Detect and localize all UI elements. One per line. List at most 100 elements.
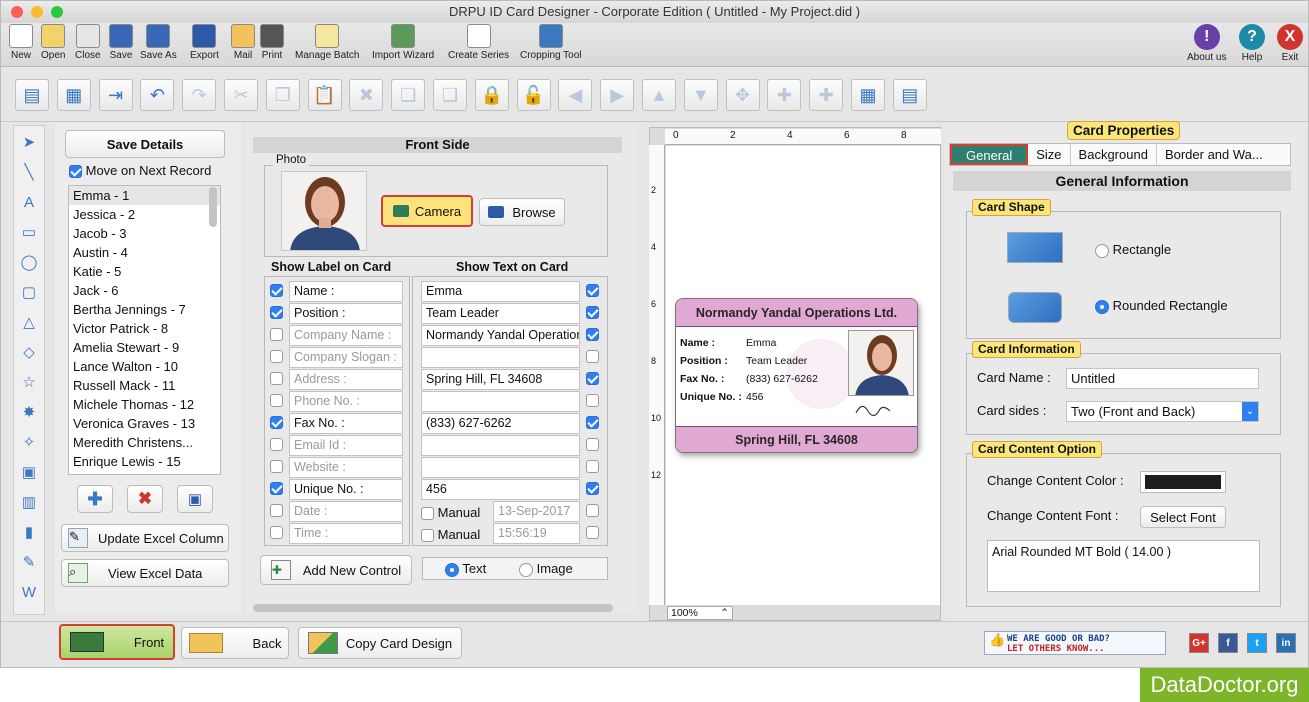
date-value[interactable]: 13-Sep-2017 bbox=[493, 501, 580, 522]
library-tool[interactable]: ▥ bbox=[16, 490, 42, 516]
manual-time-checkbox[interactable] bbox=[421, 529, 434, 543]
record-item[interactable]: Michele Thomas - 12 bbox=[69, 395, 220, 414]
rectangle-radio[interactable] bbox=[1095, 243, 1109, 258]
watermark-tool[interactable]: W bbox=[16, 580, 42, 606]
close-tool[interactable]: Close bbox=[75, 24, 101, 61]
text-radio[interactable] bbox=[445, 562, 459, 577]
align-button[interactable]: ✚ bbox=[809, 79, 844, 111]
record-item[interactable]: Emma - 1 bbox=[69, 186, 220, 205]
id-card-preview[interactable]: Normandy Yandal Operations Ltd. Name : Em… bbox=[675, 298, 918, 453]
tab-border[interactable]: Border and Wa... bbox=[1157, 144, 1271, 165]
bring-front-button[interactable]: ❏ bbox=[391, 79, 426, 111]
manage-batch-tool[interactable]: Manage Batch bbox=[295, 24, 360, 61]
burst-tool[interactable]: ✸ bbox=[16, 400, 42, 426]
save-tool[interactable]: Save bbox=[109, 24, 133, 61]
copy-card-design-button[interactable]: Copy Card Design bbox=[298, 627, 462, 659]
picture-tool[interactable]: ▣ bbox=[16, 460, 42, 486]
photo-thumbnail[interactable] bbox=[281, 171, 367, 251]
save-as-tool[interactable]: Save As bbox=[140, 24, 177, 61]
show-label-checkbox[interactable] bbox=[270, 350, 283, 363]
save-details-button[interactable]: Save Details bbox=[65, 130, 225, 158]
show-label-checkbox[interactable] bbox=[270, 284, 283, 297]
record-item[interactable]: Allen Cook - 16 bbox=[69, 471, 220, 474]
show-text-checkbox[interactable] bbox=[586, 306, 599, 319]
record-item[interactable]: Katie - 5 bbox=[69, 262, 220, 281]
rounded-radio[interactable] bbox=[1095, 299, 1109, 314]
record-item[interactable]: Russell Mack - 11 bbox=[69, 376, 220, 395]
text-field[interactable]: Team Leader bbox=[421, 303, 580, 324]
social-linkedin-icon[interactable]: in bbox=[1276, 633, 1296, 653]
show-label-checkbox[interactable] bbox=[270, 460, 283, 473]
create-series-tool[interactable]: Create Series bbox=[448, 24, 509, 61]
manual-date-option[interactable]: Manual bbox=[421, 505, 480, 521]
rectangle-shape-preview[interactable] bbox=[1007, 232, 1063, 263]
text-tool[interactable]: A bbox=[16, 190, 42, 216]
view-excel-button[interactable]: ⌕ View Excel Data bbox=[61, 559, 229, 587]
show-label-checkbox[interactable] bbox=[270, 416, 283, 429]
camera-button[interactable]: Camera bbox=[381, 195, 473, 227]
center-button[interactable]: ✥ bbox=[725, 79, 760, 111]
social-facebook-icon[interactable]: f bbox=[1218, 633, 1238, 653]
show-text-checkbox[interactable] bbox=[586, 438, 599, 451]
front-button[interactable]: Front bbox=[59, 624, 175, 660]
record-item[interactable]: Austin - 4 bbox=[69, 243, 220, 262]
card-sides-select[interactable]: Two (Front and Back) ⌄ bbox=[1066, 401, 1259, 422]
delete-button[interactable]: ✖ bbox=[349, 79, 384, 111]
ruler-button[interactable]: ▤ bbox=[892, 79, 927, 111]
label-field[interactable]: Fax No. : bbox=[289, 413, 403, 434]
select-font-button[interactable]: Select Font bbox=[1140, 506, 1226, 528]
tab-size[interactable]: Size bbox=[1028, 144, 1071, 165]
text-field[interactable]: (833) 627-6262 bbox=[421, 413, 580, 434]
record-item[interactable]: Enrique Lewis - 15 bbox=[69, 452, 220, 471]
label-field[interactable]: Email Id : bbox=[289, 435, 403, 456]
minimize-window-icon[interactable] bbox=[31, 6, 43, 18]
signature-tool[interactable]: ✎ bbox=[16, 550, 42, 576]
record-list-scrollbar[interactable] bbox=[209, 187, 217, 227]
record-item[interactable]: Bertha Jennings - 7 bbox=[69, 300, 220, 319]
grid-button[interactable]: ▦ bbox=[851, 79, 885, 111]
print-tool[interactable]: Print bbox=[260, 24, 284, 61]
rounded-option[interactable]: Rounded Rectangle bbox=[1095, 298, 1228, 314]
move-right-button[interactable]: ▶ bbox=[600, 79, 635, 111]
cross-star-tool[interactable]: ✧ bbox=[16, 430, 42, 456]
social-google-icon[interactable]: G+ bbox=[1189, 633, 1209, 653]
send-back-button[interactable]: ❑ bbox=[433, 79, 467, 111]
text-field[interactable] bbox=[421, 391, 580, 412]
undo-button[interactable]: ↶ bbox=[140, 79, 175, 111]
text-field[interactable]: Spring Hill, FL 34608 bbox=[421, 369, 580, 390]
show-label-checkbox[interactable] bbox=[270, 328, 283, 341]
text-radio-option[interactable]: Text bbox=[445, 561, 486, 577]
maximize-window-icon[interactable] bbox=[51, 6, 63, 18]
delete-record-button[interactable]: ✖ bbox=[127, 485, 163, 513]
image-radio[interactable] bbox=[519, 562, 533, 577]
move-down-button[interactable]: ▼ bbox=[683, 79, 718, 111]
text-field[interactable] bbox=[421, 435, 580, 456]
browse-button[interactable]: Browse bbox=[479, 198, 565, 226]
show-label-checkbox[interactable] bbox=[270, 372, 283, 385]
show-label-checkbox[interactable] bbox=[270, 482, 283, 495]
about-button[interactable]: ! About us bbox=[1187, 24, 1226, 63]
manual-date-checkbox[interactable] bbox=[421, 507, 434, 521]
move-up-button[interactable]: ▲ bbox=[642, 79, 676, 111]
record-list[interactable]: Emma - 1 Jessica - 2 Jacob - 3 Austin - 4 Ka… bbox=[68, 185, 221, 475]
label-field[interactable]: Date : bbox=[289, 501, 403, 522]
text-field[interactable]: 456 bbox=[421, 479, 580, 500]
show-label-checkbox[interactable] bbox=[270, 504, 283, 517]
export-tool[interactable]: Export bbox=[190, 24, 219, 61]
mail-tool[interactable]: Mail bbox=[231, 24, 255, 61]
copy-button[interactable]: ❐ bbox=[265, 79, 300, 111]
text-tool-button[interactable]: ▤ bbox=[15, 79, 49, 111]
add-record-button[interactable]: ✚ bbox=[77, 485, 113, 513]
record-item[interactable]: Jessica - 2 bbox=[69, 205, 220, 224]
label-field[interactable]: Phone No. : bbox=[289, 391, 403, 412]
label-field[interactable]: Website : bbox=[289, 457, 403, 478]
time-value[interactable]: 15:56:19 bbox=[493, 523, 580, 544]
record-item[interactable]: Jack - 6 bbox=[69, 281, 220, 300]
barcode-tool[interactable]: ▮ bbox=[16, 520, 42, 546]
align-center-button[interactable]: ✚ bbox=[767, 79, 802, 111]
update-excel-button[interactable]: ✎ Update Excel Column bbox=[61, 524, 229, 552]
triangle-tool[interactable]: △ bbox=[16, 310, 42, 336]
manual-time-option[interactable]: Manual bbox=[421, 527, 480, 543]
label-field[interactable]: Position : bbox=[289, 303, 403, 324]
record-item[interactable]: Veronica Graves - 13 bbox=[69, 414, 220, 433]
